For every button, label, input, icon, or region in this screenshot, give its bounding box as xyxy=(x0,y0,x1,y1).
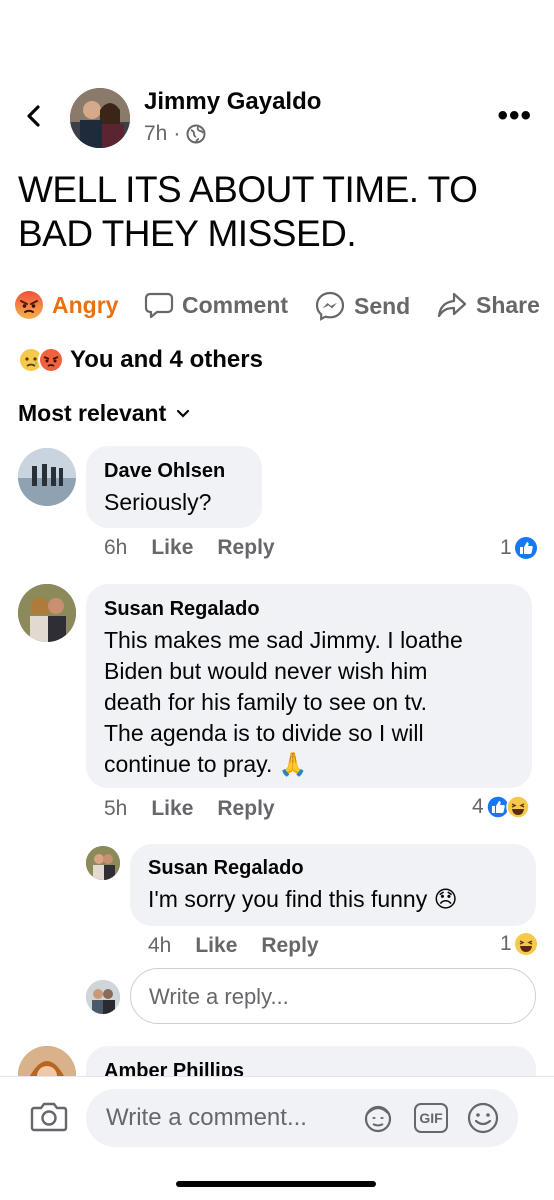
post-actions: Angry Comment Send Share xyxy=(0,286,554,326)
chevron-down-icon xyxy=(177,409,190,418)
like-link[interactable]: Like xyxy=(195,934,237,958)
like-link[interactable]: Like xyxy=(151,536,193,560)
reply-link[interactable]: Reply xyxy=(261,934,318,958)
commenter-name[interactable]: Susan Regalado xyxy=(148,857,518,880)
comment-bubble[interactable]: Susan Regalado This makes me sad Jimmy. … xyxy=(86,584,532,788)
comment-text: Seriously? xyxy=(104,489,212,515)
comment-bubble[interactable]: Dave Ohlsen Seriously? xyxy=(86,446,262,528)
haha-emoji-icon xyxy=(505,795,530,819)
gif-button[interactable]: GIF xyxy=(414,1103,448,1133)
meta-dot: · xyxy=(173,122,181,145)
comment-meta: 6h Like Reply xyxy=(104,536,299,560)
like-icon xyxy=(514,537,537,559)
comment-input[interactable]: Write a comment... GIF xyxy=(86,1089,518,1147)
reactions-text: You and 4 others xyxy=(70,346,263,373)
comment-line: This makes me sad Jimmy. I loathe xyxy=(104,627,463,653)
reaction-count: 4 xyxy=(472,795,484,818)
haha-emoji-icon xyxy=(514,933,537,955)
send-label: Send xyxy=(354,292,411,319)
reaction-count: 1 xyxy=(500,932,512,955)
author-name[interactable]: Jimmy Gayaldo xyxy=(144,88,321,116)
commenter-avatar[interactable] xyxy=(18,448,76,506)
comment-composer-bar: Write a comment... GIF xyxy=(0,1076,554,1200)
share-icon xyxy=(437,292,467,318)
comment-time: 5h xyxy=(104,797,128,820)
comment-icon xyxy=(144,292,174,319)
gif-label: GIF xyxy=(419,1110,443,1126)
angry-reaction-button[interactable]: Angry xyxy=(14,290,118,320)
sort-dropdown[interactable]: Most relevant xyxy=(18,400,190,427)
comment-line: Biden but would never wish him xyxy=(104,658,428,684)
reaction-count: 1 xyxy=(500,536,512,559)
send-button[interactable]: Send xyxy=(314,290,410,322)
comment-label: Comment xyxy=(182,291,289,318)
reply-bubble[interactable]: Susan Regalado I'm sorry you find this f… xyxy=(130,844,536,926)
comment-reaction-count[interactable]: 1 xyxy=(500,932,538,956)
reply-link[interactable]: Reply xyxy=(217,536,274,560)
comment-time: 6h xyxy=(104,536,128,559)
reaction-emojis xyxy=(18,347,64,373)
post-header: Jimmy Gayaldo 7h · ••• xyxy=(0,80,554,152)
comment-line: The agenda is to divide so I will xyxy=(104,720,424,746)
comment-text: This makes me sad Jimmy. I loathe Biden … xyxy=(104,625,514,780)
post-text-line: BAD THEY MISSED. xyxy=(18,213,357,254)
like-link[interactable]: Like xyxy=(151,797,193,821)
comment-line: death for his family to see on tv. xyxy=(104,689,428,715)
comment-meta: 5h Like Reply xyxy=(104,797,299,821)
share-button[interactable]: Share xyxy=(436,290,540,320)
post-time: 7h xyxy=(144,122,168,145)
home-indicator xyxy=(176,1181,376,1187)
emoji-icon[interactable] xyxy=(466,1101,500,1135)
comment-button[interactable]: Comment xyxy=(144,290,288,320)
post-text: WELL ITS ABOUT TIME. TO BAD THEY MISSED. xyxy=(18,168,538,256)
comment-text: I'm sorry you find this funny 😞 xyxy=(148,886,458,912)
share-label: Share xyxy=(476,291,540,318)
angry-label: Angry xyxy=(52,291,119,318)
reply-link[interactable]: Reply xyxy=(217,797,274,821)
commenter-name[interactable]: Susan Regalado xyxy=(104,598,514,621)
more-options-icon[interactable]: ••• xyxy=(497,101,532,131)
messenger-icon xyxy=(315,291,345,321)
back-arrow-icon[interactable] xyxy=(20,102,48,130)
post-text-line: WELL ITS ABOUT TIME. TO xyxy=(18,169,478,210)
comment-line: continue to pray. 🙏 xyxy=(104,751,308,777)
comment-placeholder: Write a comment... xyxy=(106,1104,307,1131)
sort-label: Most relevant xyxy=(18,400,167,426)
comment-time: 4h xyxy=(148,934,172,957)
comment-reaction-count[interactable]: 4 xyxy=(472,795,530,819)
globe-icon xyxy=(186,124,206,144)
reply-avatar[interactable] xyxy=(86,846,120,880)
commenter-avatar[interactable] xyxy=(18,584,76,642)
reply-input[interactable]: Write a reply... xyxy=(130,968,536,1024)
angry-emoji-icon xyxy=(15,291,43,319)
post-meta: 7h · xyxy=(144,122,206,146)
commenter-name[interactable]: Dave Ohlsen xyxy=(104,460,244,483)
comment-meta: 4h Like Reply xyxy=(148,934,343,958)
author-avatar[interactable] xyxy=(70,88,130,148)
angry-emoji-icon xyxy=(38,347,64,373)
comment-reaction-count[interactable]: 1 xyxy=(500,536,538,560)
camera-icon[interactable] xyxy=(30,1099,68,1133)
avatar-sticker-icon[interactable] xyxy=(360,1100,396,1136)
my-avatar xyxy=(86,980,120,1014)
reactions-summary[interactable]: You and 4 others xyxy=(18,346,263,374)
